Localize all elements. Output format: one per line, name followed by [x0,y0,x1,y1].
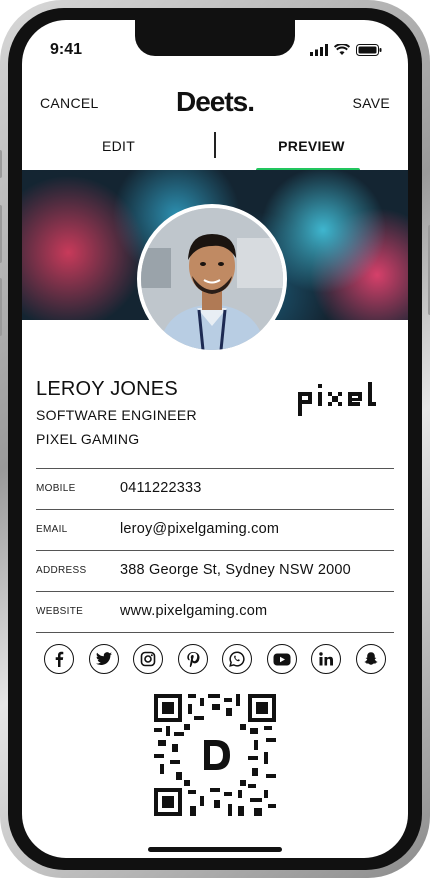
row-label: ADDRESS [36,565,87,576]
tab-bar: EDIT PREVIEW [22,128,408,172]
pixel-company-logo [298,382,376,416]
qr-code[interactable] [154,694,276,816]
contact-table: MOBILE 0411222333 EMAIL leroy@pixelgamin… [36,468,394,633]
profile-card: LEROY JONES SOFTWARE ENGINEER PIXEL GAMI… [36,378,394,447]
contact-row-website[interactable]: WEBSITE www.pixelgaming.com [36,591,394,633]
row-label: EMAIL [36,524,68,535]
status-time: 9:41 [50,41,83,58]
pinterest-icon[interactable] [177,644,208,674]
home-indicator[interactable] [148,847,282,852]
facebook-icon[interactable] [44,644,74,674]
linkedin-icon[interactable] [311,644,342,674]
save-button[interactable]: SAVE [352,95,390,111]
tab-edit[interactable]: EDIT [22,138,215,154]
address-value: 388 George St, Sydney NSW 2000 [120,562,351,578]
screen: 9:41 CANCEL Deets. SAVE EDIT PREVIEW LER… [22,20,408,858]
profile-photo [141,208,283,350]
phone-frame: 9:41 CANCEL Deets. SAVE EDIT PREVIEW LER… [0,0,430,878]
contact-row-email[interactable]: EMAIL leroy@pixelgaming.com [36,509,394,550]
whatsapp-icon[interactable] [222,644,253,674]
status-icons [310,44,382,56]
youtube-icon[interactable] [266,644,297,674]
instagram-icon[interactable] [133,644,164,674]
battery-icon [356,44,382,56]
social-links [44,644,386,676]
snapchat-icon[interactable] [355,644,386,674]
volume-up-button [0,205,2,263]
twitter-icon[interactable] [88,644,119,674]
tab-preview[interactable]: PREVIEW [215,138,408,154]
profile-company: PIXEL GAMING [36,431,140,447]
mobile-value: 0411222333 [120,480,202,496]
status-bar: 9:41 [22,20,408,70]
top-bar: CANCEL Deets. SAVE [22,80,408,126]
website-value: www.pixelgaming.com [120,603,268,619]
mute-switch [0,150,2,178]
email-value: leroy@pixelgaming.com [120,521,280,537]
row-label: MOBILE [36,483,76,494]
signal-icon [310,44,328,56]
row-label: WEBSITE [36,606,84,617]
avatar [137,204,287,354]
contact-row-mobile[interactable]: MOBILE 0411222333 [36,468,394,509]
deets-logo: Deets. [175,86,255,117]
wifi-icon [334,44,350,55]
volume-down-button [0,278,2,336]
contact-row-address[interactable]: ADDRESS 388 George St, Sydney NSW 2000 [36,550,394,591]
